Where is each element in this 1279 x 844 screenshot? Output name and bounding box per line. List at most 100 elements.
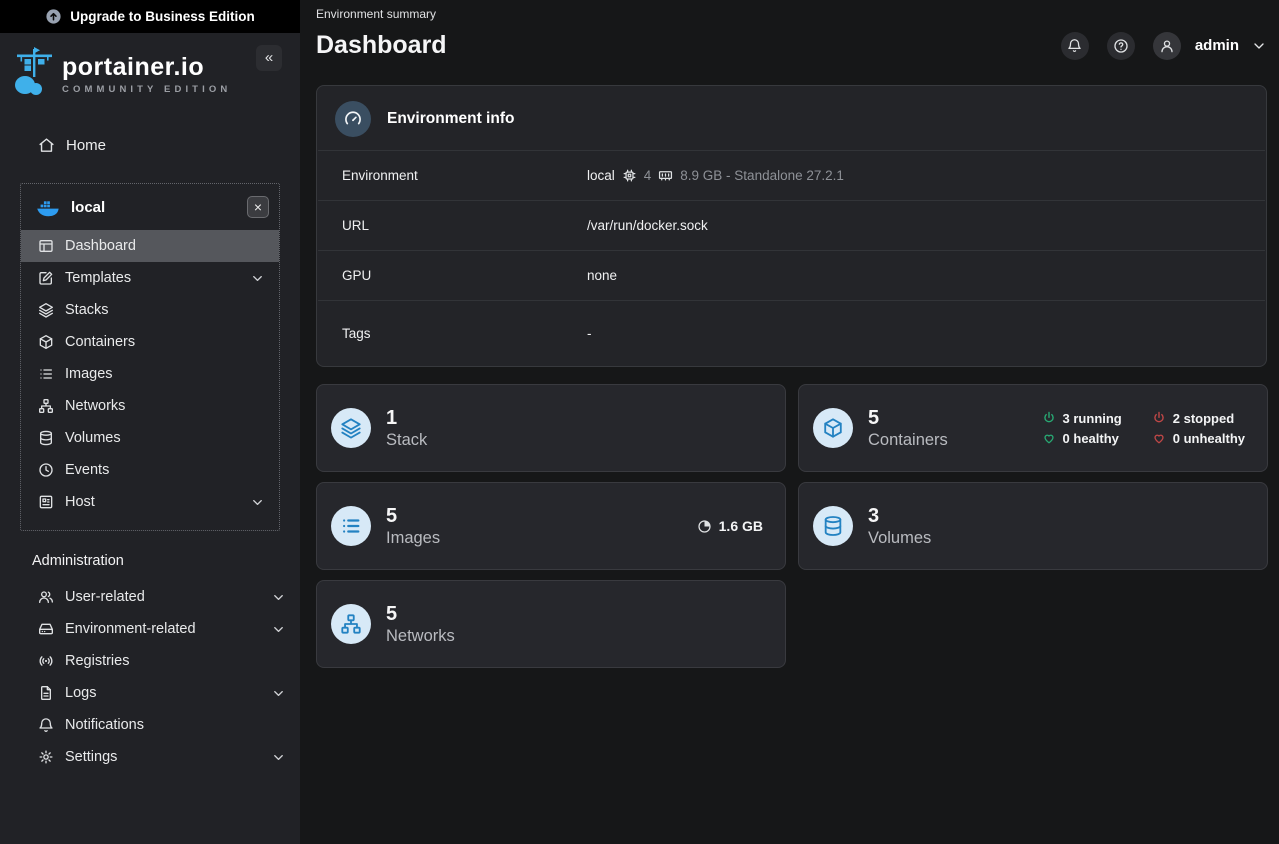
info-label: Environment — [342, 168, 587, 183]
help-circle-icon — [1113, 38, 1129, 54]
logo-row: portainer.io COMMUNITY EDITION « — [0, 33, 300, 105]
notifications-button[interactable] — [1061, 32, 1089, 60]
broadcast-icon — [38, 653, 54, 669]
home-icon — [38, 137, 55, 154]
sidebar-item-label: User-related — [65, 589, 260, 605]
chevron-down-icon — [271, 750, 286, 765]
host-icon — [38, 494, 54, 510]
portainer-logo-icon — [14, 47, 56, 97]
environment-section: local × Dashboard Templates — [20, 183, 280, 531]
sidebar-item-logs[interactable]: Logs — [0, 677, 300, 709]
info-label: Tags — [342, 326, 587, 341]
bell-icon — [38, 717, 54, 733]
sidebar-item-environment-related[interactable]: Environment-related — [0, 613, 300, 645]
sidebar-item-networks[interactable]: Networks — [21, 390, 279, 422]
database-icon — [813, 506, 853, 546]
networks-label: Networks — [386, 626, 455, 647]
sidebar-item-label: Registries — [65, 653, 286, 669]
sidebar-item-label: Events — [65, 462, 265, 478]
power-icon — [1042, 411, 1056, 425]
arrow-up-circle-icon — [45, 8, 62, 25]
sidebar-item-label: Templates — [65, 270, 239, 286]
sidebar-item-images[interactable]: Images — [21, 358, 279, 390]
clock-icon — [38, 462, 54, 478]
environment-name: local — [71, 199, 105, 216]
cpu-count: 4 — [644, 168, 652, 183]
chevron-down-icon[interactable] — [1251, 38, 1267, 54]
volumes-card[interactable]: 3 Volumes — [798, 482, 1268, 570]
networks-card[interactable]: 5 Networks — [316, 580, 786, 668]
sidebar-item-settings[interactable]: Settings — [0, 741, 300, 773]
sidebar-item-events[interactable]: Events — [21, 454, 279, 486]
info-row-url: URL /var/run/docker.sock — [318, 200, 1265, 250]
heart-icon — [1042, 431, 1056, 445]
bell-icon — [1067, 38, 1082, 53]
upgrade-banner-button[interactable]: Upgrade to Business Edition — [0, 0, 300, 33]
list-icon — [38, 366, 54, 382]
chevron-down-icon — [250, 271, 265, 286]
images-card[interactable]: 5 Images 1.6 GB — [316, 482, 786, 570]
gear-icon — [38, 749, 54, 765]
breadcrumb: Environment summary — [316, 7, 1267, 21]
sidebar-collapse-button[interactable]: « — [256, 45, 282, 71]
sidebar-item-host[interactable]: Host — [21, 486, 279, 518]
sidebar-item-dashboard[interactable]: Dashboard — [21, 230, 279, 262]
logo-subtitle: COMMUNITY EDITION — [62, 84, 231, 95]
environment-header[interactable]: local × — [21, 184, 279, 230]
logo-title: portainer.io — [62, 53, 231, 82]
sidebar-item-notifications[interactable]: Notifications — [0, 709, 300, 741]
sidebar: Upgrade to Business Edition port — [0, 0, 300, 844]
containers-count: 5 — [868, 406, 948, 430]
file-icon — [38, 685, 54, 701]
network-icon — [38, 398, 54, 414]
sidebar-item-containers[interactable]: Containers — [21, 326, 279, 358]
containers-card[interactable]: 5 Containers 3 running 2 stopped — [798, 384, 1268, 472]
user-avatar[interactable] — [1153, 32, 1181, 60]
stack-label: Stack — [386, 430, 427, 451]
stacks-card[interactable]: 1 Stack — [316, 384, 786, 472]
sidebar-item-label: Containers — [65, 334, 265, 350]
tags-value: - — [587, 326, 592, 341]
upgrade-banner-label: Upgrade to Business Edition — [70, 9, 255, 24]
heart-icon — [1152, 431, 1166, 445]
sidebar-item-label: Settings — [65, 749, 260, 765]
sidebar-item-volumes[interactable]: Volumes — [21, 422, 279, 454]
database-icon — [38, 430, 54, 446]
portainer-app: Upgrade to Business Edition port — [0, 0, 1279, 844]
edit-icon — [38, 270, 54, 286]
gpu-value: none — [587, 268, 617, 283]
hard-drive-icon — [38, 621, 54, 637]
containers-running: 3 running — [1063, 411, 1122, 426]
containers-label: Containers — [868, 430, 948, 451]
sidebar-item-label: Stacks — [65, 302, 265, 318]
sidebar-item-stacks[interactable]: Stacks — [21, 294, 279, 326]
containers-stopped: 2 stopped — [1173, 411, 1234, 426]
sidebar-item-home[interactable]: Home — [0, 129, 300, 161]
close-environment-button[interactable]: × — [247, 196, 269, 218]
main-content: Environment summary Dashboard — [300, 0, 1279, 844]
cube-icon — [38, 334, 54, 350]
sidebar-item-label: Host — [65, 494, 239, 510]
url-value: /var/run/docker.sock — [587, 218, 708, 233]
layers-icon — [331, 408, 371, 448]
user-menu-label[interactable]: admin — [1195, 37, 1239, 54]
info-row-environment: Environment local 4 8.9 GB - Standalone … — [318, 150, 1265, 200]
chevron-down-icon — [271, 686, 286, 701]
volumes-label: Volumes — [868, 528, 931, 549]
cube-icon — [813, 408, 853, 448]
chevron-down-icon — [250, 495, 265, 510]
sidebar-item-label: Notifications — [65, 717, 286, 733]
dashboard-icon — [38, 238, 54, 254]
images-count: 5 — [386, 504, 440, 528]
sidebar-item-templates[interactable]: Templates — [21, 262, 279, 294]
containers-unhealthy: 0 unhealthy — [1173, 431, 1245, 446]
sidebar-item-label: Home — [66, 137, 106, 154]
info-row-tags: Tags - — [318, 300, 1265, 366]
pie-chart-icon — [697, 519, 712, 534]
sidebar-item-registries[interactable]: Registries — [0, 645, 300, 677]
chevron-down-icon — [271, 622, 286, 637]
power-icon — [1152, 411, 1166, 425]
help-button[interactable] — [1107, 32, 1135, 60]
docker-whale-icon — [36, 198, 60, 217]
sidebar-item-user-related[interactable]: User-related — [0, 581, 300, 613]
